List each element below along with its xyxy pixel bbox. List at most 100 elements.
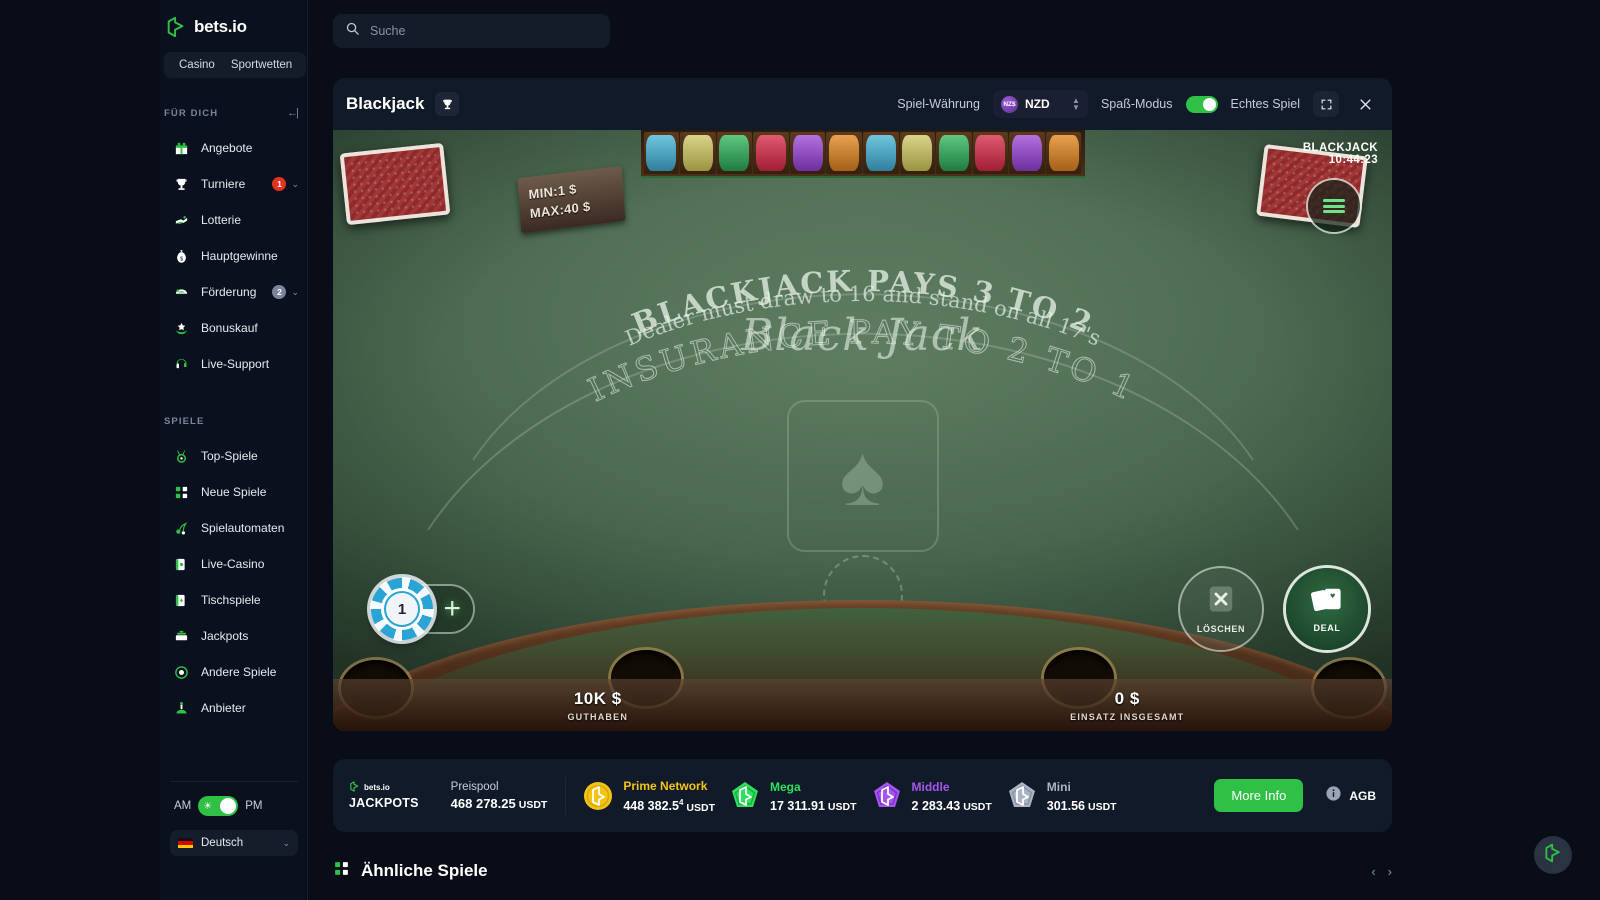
middle-gem-icon — [871, 780, 903, 812]
sidebar-item-bonuskauf[interactable]: Bonuskauf — [160, 310, 307, 346]
sidebar-item-tischspiele[interactable]: Tischspiele — [160, 582, 307, 618]
hud-time: 10:44:23 — [1328, 154, 1378, 166]
balance-value: 10K $ — [573, 688, 622, 708]
fun-mode-label: Spaß-Modus — [1100, 97, 1173, 111]
sidebar-item-live-support[interactable]: Live-Support — [160, 346, 307, 382]
jackpot-tier-amount: 301.56 — [1046, 799, 1086, 813]
brand-name: bets.io — [194, 17, 247, 36]
new-games-icon — [172, 485, 190, 500]
sidebar-item-live-casino[interactable]: Live-Casino — [160, 546, 307, 582]
sidebar-item-turniere[interactable]: Turniere 1 ⌄ — [160, 166, 307, 202]
jackpot-tier-currency: USDT — [1088, 801, 1117, 813]
selected-chip[interactable]: 1 — [370, 577, 434, 641]
brand-logo-area[interactable]: bets.io — [160, 0, 307, 38]
sidebar-item-lotterie[interactable]: Lotterie — [160, 202, 307, 238]
status-badge: 2 — [272, 285, 287, 299]
theme-toggle[interactable]: ☀ — [198, 796, 239, 816]
jackpot-tier-name: Mini — [1046, 780, 1071, 794]
total-bet-label: EINSATZ INSGESAMT — [1070, 711, 1185, 722]
deal-button-label: DEAL — [1313, 623, 1341, 633]
floating-action-button[interactable] — [1534, 836, 1572, 874]
chevron-left-icon[interactable]: ‹ — [1371, 864, 1375, 879]
sidebar-item-label: Turniere — [201, 177, 246, 191]
sidebar-item-angebote[interactable]: Angebote — [160, 130, 307, 166]
new-games-icon — [333, 860, 350, 882]
theme-toggle-am-label: AM — [174, 800, 192, 812]
fullscreen-icon[interactable] — [1313, 91, 1339, 117]
currency-select[interactable]: NZ$ NZD ▲ ▼ — [992, 90, 1088, 118]
lottery-icon — [172, 213, 190, 228]
jackpot-tier-amount: 448 382.5 — [623, 799, 679, 814]
jackpot-tier-amount: 2 283.43 — [911, 799, 961, 813]
language-selector[interactable]: Deutsch ⌄ — [170, 830, 298, 856]
jackpot-tier-middle[interactable]: Middle 2 283.43 USDT — [871, 778, 992, 813]
currency-code: NZD — [1024, 97, 1050, 111]
close-icon[interactable] — [1352, 91, 1378, 117]
page-title: Blackjack — [346, 94, 425, 113]
sidebar-item-foerderung[interactable]: Förderung 2 ⌄ — [160, 274, 307, 310]
gift-icon — [172, 141, 190, 156]
tab-casino[interactable]: Casino — [164, 59, 223, 71]
clear-button[interactable]: LÖSCHEN — [1180, 568, 1262, 650]
sidebar-item-label: Neue Spiele — [201, 485, 267, 499]
tab-sportwetten[interactable]: Sportwetten — [223, 59, 300, 71]
chevron-down-icon[interactable]: ⌄ — [291, 179, 299, 190]
bets-logo-icon — [165, 16, 187, 38]
medal-icon — [172, 449, 190, 464]
jackpot-tier-list: Prime Network 448 382.54 USDT Mega 17 311… — [566, 777, 1214, 814]
collapse-left-icon[interactable]: ←| — [287, 107, 299, 119]
sidebar-item-label: Spielautomaten — [201, 521, 285, 535]
chevron-down-icon[interactable]: ⌄ — [291, 287, 299, 298]
jackpot-tier-name: Middle — [911, 780, 950, 794]
chip-value: 1 — [386, 593, 418, 625]
more-info-button[interactable]: More Info — [1214, 779, 1304, 812]
search-bar[interactable] — [333, 14, 610, 48]
search-input[interactable] — [370, 24, 598, 38]
sidebar-item-spielautomaten[interactable]: Spielautomaten — [160, 510, 307, 546]
jackpot-brand-word: JACKPOTS — [349, 796, 419, 810]
chip-rack — [640, 130, 1085, 178]
jackpot-tier-prime-network[interactable]: Prime Network 448 382.54 USDT — [582, 777, 715, 814]
menu-icon[interactable] — [1308, 180, 1360, 232]
sidebar-item-anbieter[interactable]: Anbieter — [160, 690, 307, 726]
sidebar-item-label: Hauptgewinne — [201, 249, 278, 263]
real-play-toggle[interactable] — [1185, 95, 1218, 113]
section-title: SPIELE — [164, 415, 205, 427]
sidebar-item-hauptgewinne[interactable]: $ Hauptgewinne — [160, 238, 307, 274]
jackpot-tier-mega[interactable]: Mega 17 311.91 USDT — [729, 778, 857, 813]
chevron-right-icon[interactable]: › — [1388, 864, 1392, 879]
prize-pool: Preispool 468 278.25 USDT — [437, 781, 566, 811]
live-casino-icon — [172, 557, 190, 572]
sidebar-item-neue-spiele[interactable]: Neue Spiele — [160, 474, 307, 510]
jackpot-tier-mini[interactable]: Mini 301.56 USDT — [1006, 778, 1117, 813]
jackpot-tier-currency: USDT — [686, 801, 715, 814]
jackpot-tier-amount-sup: 4 — [678, 798, 684, 808]
jackpot-tier-name: Mega — [770, 780, 801, 794]
headset-icon — [172, 357, 190, 372]
sidebar-item-jackpots[interactable]: Jackpots — [160, 618, 307, 654]
sidebar: bets.io Casino Sportwetten FÜR DICH ←| A… — [160, 0, 308, 900]
primary-nav-tabs: Casino Sportwetten — [164, 52, 306, 78]
trophy-icon[interactable] — [435, 92, 460, 116]
agb-link[interactable]: AGB — [1325, 785, 1376, 807]
game-footer: 10K $ GUTHABEN 0 $ EINSATZ INSGESAMT — [333, 679, 1392, 731]
balance-cell: 10K $ GUTHABEN — [333, 689, 863, 722]
mini-gem-icon — [1006, 780, 1038, 812]
other-games-icon — [172, 665, 190, 680]
sidebar-item-label: Live-Casino — [201, 557, 265, 571]
game-panel: Blackjack Spiel-Währung NZ$ NZD ▲ ▼ Spaß-… — [333, 78, 1392, 731]
chip-selector: 1 + — [370, 577, 473, 641]
divider — [170, 781, 298, 782]
table-games-icon — [172, 593, 190, 608]
clear-x-icon — [1206, 584, 1236, 619]
jackpot-bar: bets.io JACKPOTS Preispool 468 278.25 USD… — [333, 759, 1392, 832]
jackpot-tier-currency: USDT — [963, 801, 992, 813]
card-deck-left — [339, 142, 451, 226]
jackpot-brand-small: bets.io — [364, 783, 390, 792]
sidebar-item-andere-spiele[interactable]: Andere Spiele — [160, 654, 307, 690]
chevron-down-icon: ⌄ — [282, 837, 290, 848]
jackpot-tier-name: Prime Network — [623, 779, 708, 794]
blackjack-table[interactable]: MIN:1 $ MAX:40 $ Black Jack BLACKJACK PA… — [333, 130, 1392, 731]
deal-button[interactable]: DEAL — [1286, 568, 1368, 650]
sidebar-item-top-spiele[interactable]: Top-Spiele — [160, 438, 307, 474]
